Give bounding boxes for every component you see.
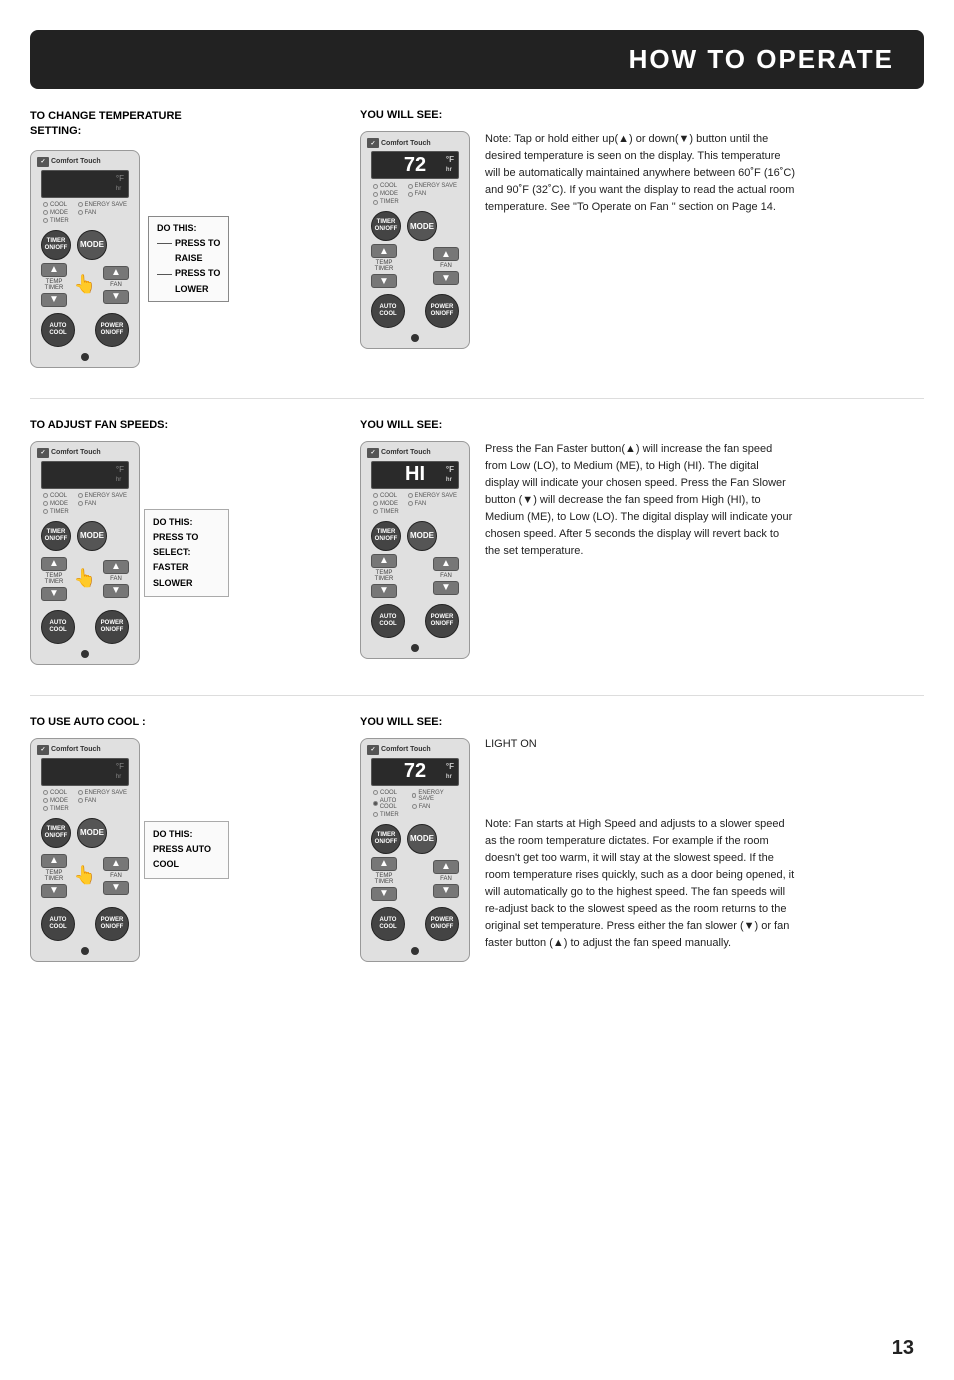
remote-left-1: ✓ Comfort Touch °Fhr COOL: [30, 150, 140, 368]
temp-up-3[interactable]: ▲: [41, 854, 67, 868]
mode-button-r1[interactable]: MODE: [407, 211, 437, 241]
remote-left-2: ✓ Comfort Touch °Fhr COOL MODE TIMER: [30, 441, 140, 665]
power-r3[interactable]: POWERON/OFF: [425, 907, 459, 941]
fan-up-r2[interactable]: ▲: [433, 557, 459, 571]
auto-cool-3[interactable]: AUTOCOOL: [41, 907, 75, 941]
fan-up-2[interactable]: ▲: [103, 560, 129, 574]
divider-2: [30, 695, 924, 696]
power-3[interactable]: POWERON/OFF: [95, 907, 129, 941]
section-fan-speeds: TO ADJUST FAN SPEEDS: ✓ Comfort Touch °F…: [30, 419, 924, 665]
power-r2[interactable]: POWERON/OFF: [425, 604, 459, 638]
remote-right-2: ✓ Comfort Touch HI °Fhr COOL MODE TIMER: [360, 441, 470, 659]
section1-note: Note: Tap or hold either up(▲) or down(▼…: [485, 131, 795, 216]
temp-up-button-1[interactable]: ▲: [41, 263, 67, 277]
page-content: TO CHANGE TEMPERATURE SETTING: ✓ Comfort…: [0, 89, 954, 1032]
do-this-label-3: DO THIS:: [153, 827, 220, 842]
light-on-label: LIGHT ON: [485, 738, 795, 750]
timer-button-r3[interactable]: TIMERON/OFF: [371, 824, 401, 854]
remote-left-3: ✓ Comfort Touch °Fhr COOL MODE TIMER: [30, 738, 140, 962]
fan-down-2[interactable]: ▼: [103, 584, 129, 598]
temp-up-r3[interactable]: ▲: [371, 857, 397, 871]
mode-button-r3[interactable]: MODE: [407, 824, 437, 854]
temp-up-2[interactable]: ▲: [41, 557, 67, 571]
page-title: HOW TO OPERATE: [60, 44, 894, 75]
fan-up-3[interactable]: ▲: [103, 857, 129, 871]
mode-button-2[interactable]: MODE: [77, 521, 107, 551]
mode-button-1[interactable]: MODE: [77, 230, 107, 260]
remote-right-3: ✓ Comfort Touch 72 °Fhr COOL AUTO COOL: [360, 738, 470, 962]
auto-cool-r2[interactable]: AUTOCOOL: [371, 604, 405, 638]
fan-down-button-1[interactable]: ▼: [103, 290, 129, 304]
page-header: HOW TO OPERATE: [30, 30, 924, 89]
section1-left-heading: TO CHANGE TEMPERATURE SETTING:: [30, 109, 200, 140]
timer-button-r1[interactable]: TIMERON/OFF: [371, 211, 401, 241]
section2-left-heading: TO ADJUST FAN SPEEDS:: [30, 419, 350, 431]
timer-button-r2[interactable]: TIMERON/OFF: [371, 521, 401, 551]
mode-button-3[interactable]: MODE: [77, 818, 107, 848]
section1-right-heading: YOU WILL SEE:: [360, 109, 924, 121]
section3-right-heading: YOU WILL SEE:: [360, 716, 924, 728]
section3-note: Note: Fan starts at High Speed and adjus…: [485, 816, 795, 952]
power-2[interactable]: POWERON/OFF: [95, 610, 129, 644]
timer-button-2[interactable]: TIMERON/OFF: [41, 521, 71, 551]
section2-right-heading: YOU WILL SEE:: [360, 419, 924, 431]
section3-left-heading: TO USE AUTO COOL :: [30, 716, 350, 728]
section-auto-cool: TO USE AUTO COOL : ✓ Comfort Touch °Fhr: [30, 716, 924, 962]
remote-right-1: ✓ Comfort Touch 72 °Fhr COOL MODE TIMER: [360, 131, 470, 349]
temp-down-r2[interactable]: ▼: [371, 584, 397, 598]
display-value-3: 72: [404, 760, 426, 783]
temp-down-3[interactable]: ▼: [41, 884, 67, 898]
section-change-temp: TO CHANGE TEMPERATURE SETTING: ✓ Comfort…: [30, 109, 924, 368]
temp-down-r3[interactable]: ▼: [371, 887, 397, 901]
temp-down-button-1[interactable]: ▼: [41, 293, 67, 307]
mode-button-r2[interactable]: MODE: [407, 521, 437, 551]
power-r1[interactable]: POWERON/OFF: [425, 294, 459, 328]
auto-cool-2[interactable]: AUTOCOOL: [41, 610, 75, 644]
fan-up-button-1[interactable]: ▲: [103, 266, 129, 280]
fan-down-r2[interactable]: ▼: [433, 581, 459, 595]
power-button-1[interactable]: POWERON/OFF: [95, 313, 129, 347]
auto-cool-r1[interactable]: AUTOCOOL: [371, 294, 405, 328]
temp-up-r2[interactable]: ▲: [371, 554, 397, 568]
temp-down-2[interactable]: ▼: [41, 587, 67, 601]
page-number: 13: [892, 1337, 914, 1360]
auto-cool-button-1[interactable]: AUTOCOOL: [41, 313, 75, 347]
temp-up-r1[interactable]: ▲: [371, 244, 397, 258]
section2-note: Press the Fan Faster button(▲) will incr…: [485, 441, 795, 560]
fan-up-r1[interactable]: ▲: [433, 247, 459, 261]
divider-1: [30, 398, 924, 399]
fan-down-r3[interactable]: ▼: [433, 884, 459, 898]
temp-down-r1[interactable]: ▼: [371, 274, 397, 288]
fan-up-r3[interactable]: ▲: [433, 860, 459, 874]
display-value-1: 72: [404, 154, 426, 177]
do-this-label-2: DO THIS:: [153, 515, 220, 530]
do-this-label-1: DO THIS:: [157, 221, 220, 236]
auto-cool-r3[interactable]: AUTOCOOL: [371, 907, 405, 941]
fan-down-r1[interactable]: ▼: [433, 271, 459, 285]
display-value-2: HI: [405, 463, 425, 486]
fan-down-3[interactable]: ▼: [103, 881, 129, 895]
timer-button-3[interactable]: TIMERON/OFF: [41, 818, 71, 848]
timer-button-1[interactable]: TIMERON/OFF: [41, 230, 71, 260]
